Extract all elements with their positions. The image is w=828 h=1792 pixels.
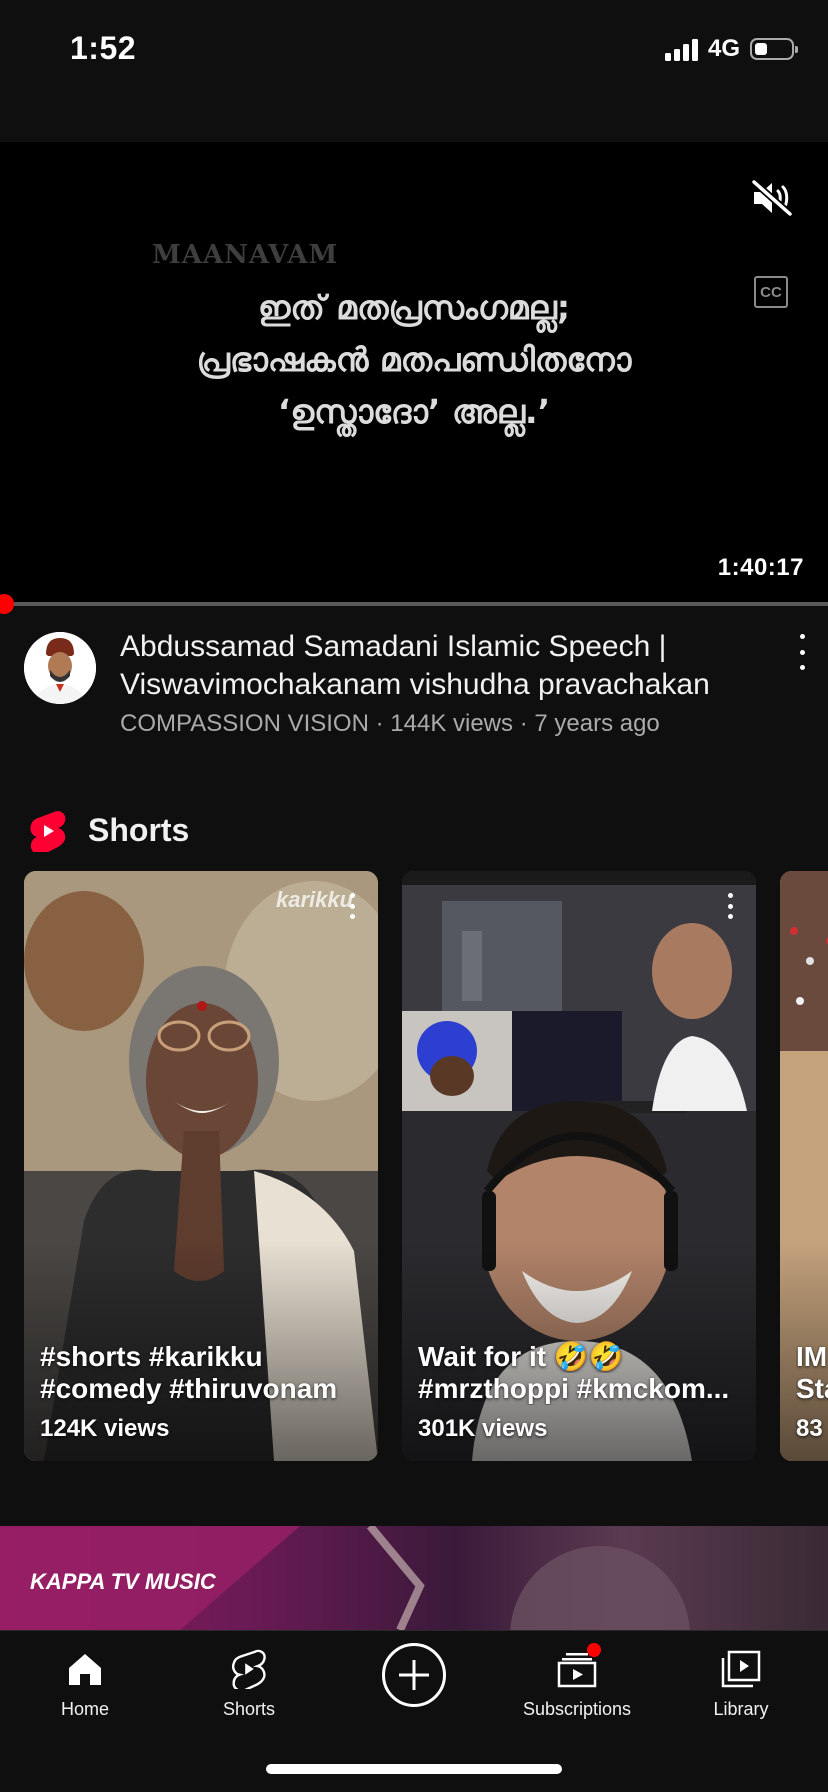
short-card[interactable]: IM Sta 83 xyxy=(780,871,828,1461)
nav-label: Home xyxy=(60,1699,109,1719)
shorts-section-title: Shorts xyxy=(88,812,190,848)
video-title[interactable]: Abdussamad Samadani Islamic Speech | Vis… xyxy=(120,628,770,704)
channel-watermark: karikku xyxy=(276,887,354,912)
subtitle-line: പ്രഭാഷകൻ മതപണ്ഡിതനോ xyxy=(196,340,632,379)
short-title-line: Sta xyxy=(796,1373,828,1404)
subscriptions-icon xyxy=(555,1643,601,1691)
dot xyxy=(727,903,733,909)
meta-separator: · xyxy=(375,710,384,737)
battery-icon xyxy=(750,38,798,60)
view-count: 144K views xyxy=(390,710,514,737)
short-more-options-button[interactable] xyxy=(726,893,734,919)
video-metadata: COMPASSION VISION · 144K views · 7 years… xyxy=(120,710,660,738)
video-duration: 1:40:17 xyxy=(717,554,804,581)
dot xyxy=(349,903,355,909)
notification-dot xyxy=(587,1643,601,1657)
short-card[interactable]: karikku #shorts #karikku #comedy #thiruv… xyxy=(24,871,378,1461)
scrubber-handle[interactable] xyxy=(0,594,14,614)
channel-avatar[interactable] xyxy=(24,632,96,704)
shorts-icon xyxy=(227,1647,271,1691)
meta-separator: · xyxy=(519,710,528,737)
next-video-brand: KAPPA TV MUSIC xyxy=(30,1569,216,1594)
channel-name[interactable]: COMPASSION VISION xyxy=(120,710,369,737)
upload-age: 7 years ago xyxy=(534,710,660,737)
short-views: 83 xyxy=(796,1415,823,1442)
short-title-line: IM xyxy=(796,1341,828,1372)
progress-bar[interactable] xyxy=(0,602,828,606)
nav-home[interactable]: Home xyxy=(15,1631,155,1741)
network-type: 4G xyxy=(707,35,740,62)
player-watermark: MAANAVAM xyxy=(152,240,339,270)
short-views: 301K views xyxy=(418,1415,548,1442)
next-video-thumbnail[interactable]: KAPPA TV MUSIC xyxy=(0,1526,828,1630)
short-views: 124K views xyxy=(40,1415,170,1442)
library-icon xyxy=(719,1647,763,1691)
volume-off-icon xyxy=(751,179,793,217)
subtitle-line: ‘ഉസ്താദോ’ അല്ല.’ xyxy=(277,392,551,431)
mute-button[interactable] xyxy=(750,178,794,218)
avatar-image xyxy=(24,632,96,704)
short-title-line: #comedy #thiruvonam xyxy=(40,1373,338,1404)
signal-icon xyxy=(664,37,698,61)
dot xyxy=(349,914,355,919)
create-button[interactable] xyxy=(382,1643,446,1707)
video-more-options-button[interactable] xyxy=(788,634,816,670)
dot xyxy=(727,893,733,898)
captions-button[interactable]: CC xyxy=(754,276,788,308)
video-player[interactable]: MAANAVAM ഇത് മതപ്രസംഗമല്ല; പ്രഭാഷകൻ മതപണ… xyxy=(0,142,828,604)
short-title: IM Sta xyxy=(796,1341,828,1405)
short-title: #shorts #karikku #comedy #thiruvonam xyxy=(40,1341,360,1405)
create-icon xyxy=(399,1660,429,1690)
nav-label: Shorts xyxy=(222,1699,276,1719)
nav-label: Library xyxy=(713,1699,769,1719)
short-title-line: #shorts #karikku xyxy=(40,1341,263,1372)
dot xyxy=(799,665,805,670)
subtitle-line: ഇത് മതപ്രസംഗമല്ല; xyxy=(257,288,571,327)
home-indicator[interactable] xyxy=(266,1764,562,1774)
dot xyxy=(727,914,733,919)
short-title-line: Wait for it 🤣🤣 xyxy=(418,1341,624,1372)
nav-shorts[interactable]: Shorts xyxy=(179,1631,319,1741)
status-time: 1:52 xyxy=(70,30,137,66)
nav-label: Subscriptions xyxy=(522,1699,632,1719)
status-indicators: 4G xyxy=(664,34,798,64)
short-title-line: #mrzthoppi #kmckom... xyxy=(418,1373,730,1404)
app-screen: 1:52 4G MAANAVAM ഇത് മതപ്രസംഗമല്ല; പ്രഭാ… xyxy=(0,0,828,1792)
nav-subscriptions[interactable]: Subscriptions xyxy=(507,1631,647,1741)
status-bar: 1:52 4G xyxy=(0,0,828,100)
short-more-options-button[interactable] xyxy=(348,893,356,919)
dot xyxy=(799,649,805,655)
short-title: Wait for it 🤣🤣 #mrzthoppi #kmckom... xyxy=(418,1341,738,1405)
dot xyxy=(799,634,805,639)
shorts-logo-icon xyxy=(30,811,66,852)
dot xyxy=(349,893,355,898)
home-icon xyxy=(63,1647,107,1691)
nav-library[interactable]: Library xyxy=(671,1631,811,1741)
short-card[interactable]: Wait for it 🤣🤣 #mrzthoppi #kmckom... 301… xyxy=(402,871,756,1461)
video-subtitle: ഇത് മതപ്രസംഗമല്ല; പ്രഭാഷകൻ മതപണ്ഡിതനോ ‘ഉ… xyxy=(40,282,788,438)
